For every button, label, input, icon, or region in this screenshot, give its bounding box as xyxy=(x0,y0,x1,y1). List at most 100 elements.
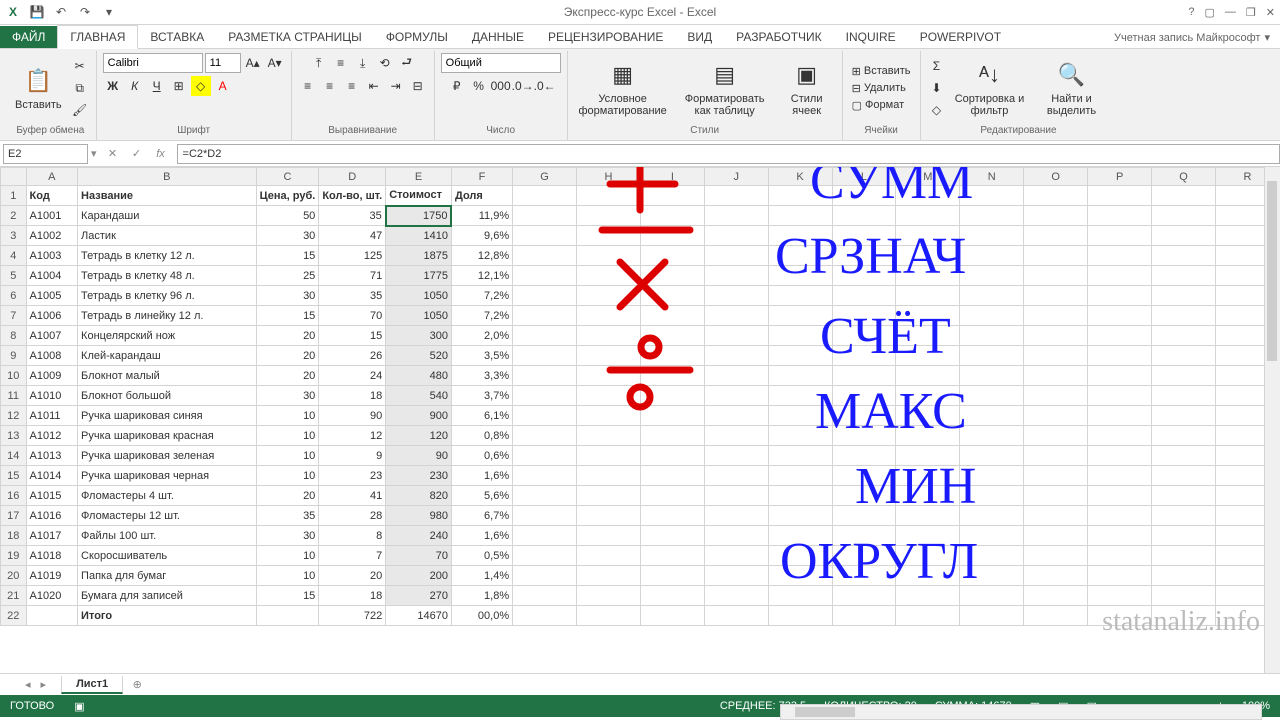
cell-O15[interactable] xyxy=(1024,466,1088,486)
percent-icon[interactable]: % xyxy=(469,76,489,96)
align-left-icon[interactable]: ≡ xyxy=(298,76,318,96)
cell-Q13[interactable] xyxy=(1152,426,1216,446)
col-header-E[interactable]: E xyxy=(386,168,452,186)
cell-B5[interactable]: Тетрадь в клетку 48 л. xyxy=(78,266,257,286)
cell-C13[interactable]: 10 xyxy=(256,426,319,446)
cell-M8[interactable] xyxy=(896,326,960,346)
cell-G7[interactable] xyxy=(513,306,577,326)
cell-G19[interactable] xyxy=(513,546,577,566)
tab-view[interactable]: ВИД xyxy=(675,26,724,48)
cell-L3[interactable] xyxy=(832,226,896,246)
cell-F14[interactable]: 0,6% xyxy=(451,446,512,466)
cell-J9[interactable] xyxy=(704,346,768,366)
cell-H16[interactable] xyxy=(577,486,641,506)
cell-L16[interactable] xyxy=(832,486,896,506)
cell-K2[interactable] xyxy=(768,206,832,226)
cell-P5[interactable] xyxy=(1088,266,1152,286)
cell-Q16[interactable] xyxy=(1152,486,1216,506)
cell-P20[interactable] xyxy=(1088,566,1152,586)
cell-K7[interactable] xyxy=(768,306,832,326)
cell-Q6[interactable] xyxy=(1152,286,1216,306)
cell-A10[interactable]: A1009 xyxy=(26,366,78,386)
cell-P7[interactable] xyxy=(1088,306,1152,326)
cell-F18[interactable]: 1,6% xyxy=(451,526,512,546)
cell-F9[interactable]: 3,5% xyxy=(451,346,512,366)
cell-K14[interactable] xyxy=(768,446,832,466)
cell-P21[interactable] xyxy=(1088,586,1152,606)
row-header-6[interactable]: 6 xyxy=(1,286,27,306)
cell-D10[interactable]: 24 xyxy=(319,366,386,386)
cell-Q14[interactable] xyxy=(1152,446,1216,466)
cell-I14[interactable] xyxy=(640,446,704,466)
cell-H17[interactable] xyxy=(577,506,641,526)
cell-L17[interactable] xyxy=(832,506,896,526)
col-header-I[interactable]: I xyxy=(640,168,704,186)
format-as-table-button[interactable]: ▤Форматировать как таблицу xyxy=(676,57,774,119)
cell-P9[interactable] xyxy=(1088,346,1152,366)
cell-K22[interactable] xyxy=(768,606,832,626)
cell-I13[interactable] xyxy=(640,426,704,446)
font-color-icon[interactable]: A xyxy=(213,76,233,96)
cell-L12[interactable] xyxy=(832,406,896,426)
cell-B8[interactable]: Концелярский нож xyxy=(78,326,257,346)
cell-C21[interactable]: 15 xyxy=(256,586,319,606)
cell-G10[interactable] xyxy=(513,366,577,386)
tab-powerpivot[interactable]: POWERPIVOT xyxy=(908,26,1013,48)
cell-H3[interactable] xyxy=(577,226,641,246)
cell-F6[interactable]: 7,2% xyxy=(451,286,512,306)
cell-H2[interactable] xyxy=(577,206,641,226)
cell-N7[interactable] xyxy=(960,306,1024,326)
cell-B2[interactable]: Карандаши xyxy=(78,206,257,226)
row-header-4[interactable]: 4 xyxy=(1,246,27,266)
col-header-G[interactable]: G xyxy=(513,168,577,186)
cell-H8[interactable] xyxy=(577,326,641,346)
align-center-icon[interactable]: ≡ xyxy=(320,76,340,96)
cell-F5[interactable]: 12,1% xyxy=(451,266,512,286)
cell-E4[interactable]: 1875 xyxy=(386,246,452,266)
paste-button[interactable]: 📋Вставить xyxy=(11,63,66,113)
cell-O12[interactable] xyxy=(1024,406,1088,426)
cell-B12[interactable]: Ручка шариковая синяя xyxy=(78,406,257,426)
cell-I7[interactable] xyxy=(640,306,704,326)
cell-L2[interactable] xyxy=(832,206,896,226)
cell-H5[interactable] xyxy=(577,266,641,286)
cell-P1[interactable] xyxy=(1088,186,1152,206)
tab-layout[interactable]: РАЗМЕТКА СТРАНИЦЫ xyxy=(216,26,374,48)
cell-B7[interactable]: Тетрадь в линейку 12 л. xyxy=(78,306,257,326)
col-header-P[interactable]: P xyxy=(1088,168,1152,186)
cell-J3[interactable] xyxy=(704,226,768,246)
maximize-icon[interactable]: ❐ xyxy=(1246,6,1256,19)
cell-A17[interactable]: A1016 xyxy=(26,506,78,526)
cell-K20[interactable] xyxy=(768,566,832,586)
cell-C4[interactable]: 15 xyxy=(256,246,319,266)
cell-G8[interactable] xyxy=(513,326,577,346)
cell-I1[interactable] xyxy=(640,186,704,206)
cell-L13[interactable] xyxy=(832,426,896,446)
cell-I18[interactable] xyxy=(640,526,704,546)
cell-D5[interactable]: 71 xyxy=(319,266,386,286)
cell-H13[interactable] xyxy=(577,426,641,446)
cell-A14[interactable]: A1013 xyxy=(26,446,78,466)
row-header-3[interactable]: 3 xyxy=(1,226,27,246)
cell-E3[interactable]: 1410 xyxy=(386,226,452,246)
cell-D17[interactable]: 28 xyxy=(319,506,386,526)
cell-O16[interactable] xyxy=(1024,486,1088,506)
cell-H22[interactable] xyxy=(577,606,641,626)
font-size-select[interactable] xyxy=(205,53,241,73)
fx-icon[interactable]: fx xyxy=(150,144,172,164)
cell-H10[interactable] xyxy=(577,366,641,386)
cell-O7[interactable] xyxy=(1024,306,1088,326)
cell-L15[interactable] xyxy=(832,466,896,486)
wrap-text-icon[interactable]: ⮐ xyxy=(397,53,417,73)
align-top-icon[interactable]: ⤒ xyxy=(309,53,329,73)
cell-F11[interactable]: 3,7% xyxy=(451,386,512,406)
cell-A15[interactable]: A1014 xyxy=(26,466,78,486)
cell-N11[interactable] xyxy=(960,386,1024,406)
cell-Q19[interactable] xyxy=(1152,546,1216,566)
cell-F19[interactable]: 0,5% xyxy=(451,546,512,566)
cell-D15[interactable]: 23 xyxy=(319,466,386,486)
sort-filter-button[interactable]: ᴬ↓Сортировка и фильтр xyxy=(951,57,1029,119)
cell-M17[interactable] xyxy=(896,506,960,526)
cell-F15[interactable]: 1,6% xyxy=(451,466,512,486)
cell-K13[interactable] xyxy=(768,426,832,446)
